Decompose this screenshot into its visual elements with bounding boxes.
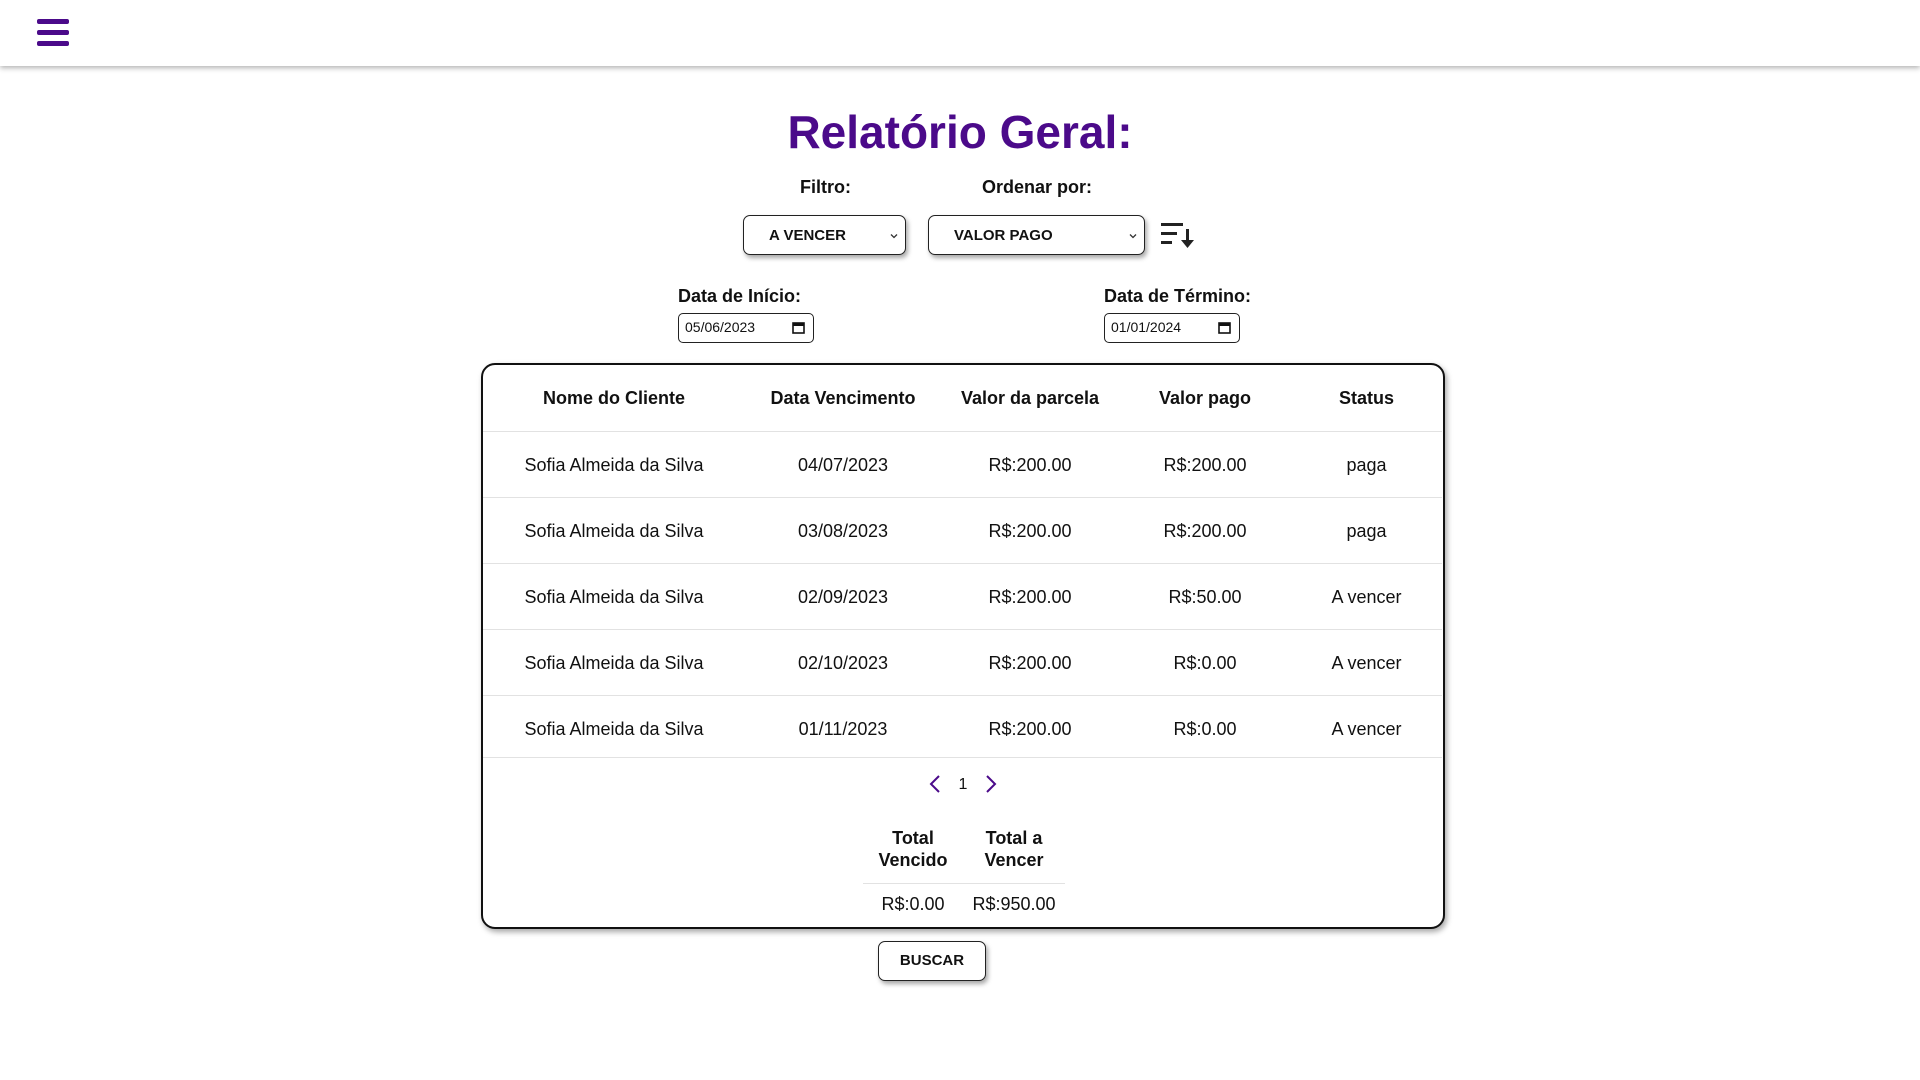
table-row: Sofia Almeida da Silva 02/09/2023 R$:200… (483, 563, 1442, 630)
filter-select[interactable]: A VENCER (743, 215, 906, 255)
paid-value-cell: R$:200.00 (1163, 455, 1247, 475)
page-number[interactable]: 1 (953, 776, 973, 794)
total-overdue-header-line2: Vencido (878, 850, 948, 870)
total-due-value: R$:950.00 (972, 894, 1056, 914)
chevron-right-icon[interactable] (983, 773, 999, 795)
status-cell: A vencer (1331, 719, 1402, 739)
due-date-cell: 02/09/2023 (797, 587, 889, 607)
end-date-value: 01/01/2024 (1111, 319, 1182, 335)
order-by-select[interactable]: VALOR PAGO (928, 215, 1145, 255)
client-name-cell: Sofia Almeida da Silva (524, 455, 704, 475)
due-date-cell: 03/08/2023 (797, 521, 889, 541)
total-overdue-header: Total Vencido (867, 827, 959, 871)
end-date-label: Data de Término: (1104, 286, 1252, 306)
installment-value-cell: R$:200.00 (988, 521, 1072, 541)
table-row: Sofia Almeida da Silva 01/11/2023 R$:200… (483, 695, 1442, 762)
page-title: Relatório Geral: (787, 106, 1133, 158)
totals-divider (863, 883, 1065, 884)
calendar-icon[interactable] (1218, 321, 1231, 334)
chevron-down-icon (890, 234, 898, 239)
client-name-cell: Sofia Almeida da Silva (524, 521, 704, 541)
status-cell: paga (1346, 455, 1387, 475)
table-divider (483, 757, 1442, 758)
hamburger-menu-icon[interactable] (37, 19, 69, 47)
start-date-input[interactable]: 05/06/2023 (678, 313, 814, 343)
chevron-down-icon (1129, 234, 1137, 239)
search-button[interactable]: BUSCAR (878, 941, 986, 981)
installment-value-cell: R$:200.00 (988, 653, 1072, 673)
total-due-header: Total a Vencer (968, 827, 1060, 871)
status-cell: A vencer (1331, 653, 1402, 673)
start-date-value: 05/06/2023 (685, 319, 756, 335)
due-date-cell: 01/11/2023 (798, 719, 888, 739)
filter-select-value: A VENCER (769, 227, 846, 244)
sort-descending-icon[interactable] (1160, 220, 1194, 250)
total-due-header-line1: Total a (985, 828, 1043, 848)
paid-value-cell: R$:200.00 (1163, 521, 1247, 541)
filter-label: Filtro: (800, 177, 851, 197)
calendar-icon[interactable] (792, 321, 805, 334)
status-cell: paga (1346, 521, 1387, 541)
order-by-label: Ordenar por: (982, 177, 1093, 197)
total-overdue-header-line1: Total (892, 828, 934, 848)
column-header-client-name: Nome do Cliente (542, 388, 685, 408)
client-name-cell: Sofia Almeida da Silva (524, 653, 704, 673)
paid-value-cell: R$:0.00 (1173, 653, 1237, 673)
table-row: Sofia Almeida da Silva 02/10/2023 R$:200… (483, 629, 1442, 696)
end-date-input[interactable]: 01/01/2024 (1104, 313, 1240, 343)
installment-value-cell: R$:200.00 (988, 455, 1072, 475)
installment-value-cell: R$:200.00 (988, 587, 1072, 607)
column-header-due-date: Data Vencimento (770, 388, 916, 408)
due-date-cell: 02/10/2023 (797, 653, 889, 673)
chevron-left-icon[interactable] (927, 773, 943, 795)
status-cell: A vencer (1331, 587, 1402, 607)
column-header-paid-value: Valor pago (1158, 388, 1252, 408)
start-date-label: Data de Início: (678, 286, 802, 306)
installment-value-cell: R$:200.00 (988, 719, 1072, 739)
column-header-status: Status (1338, 388, 1394, 408)
table-row: Sofia Almeida da Silva 03/08/2023 R$:200… (483, 497, 1442, 564)
report-table-card: Nome do Cliente Data Vencimento Valor da… (481, 363, 1445, 929)
top-bar (0, 0, 1920, 66)
paid-value-cell: R$:0.00 (1173, 719, 1237, 739)
total-overdue-value: R$:0.00 (881, 894, 945, 914)
total-due-header-line2: Vencer (984, 850, 1044, 870)
table-row: Sofia Almeida da Silva 04/07/2023 R$:200… (483, 431, 1442, 498)
client-name-cell: Sofia Almeida da Silva (524, 719, 704, 739)
client-name-cell: Sofia Almeida da Silva (524, 587, 704, 607)
order-by-select-value: VALOR PAGO (954, 227, 1053, 244)
due-date-cell: 04/07/2023 (797, 455, 889, 475)
table-header: Nome do Cliente Data Vencimento Valor da… (483, 365, 1442, 431)
column-header-installment-value: Valor da parcela (960, 388, 1100, 408)
pagination: 1 (483, 771, 1442, 801)
paid-value-cell: R$:50.00 (1168, 587, 1242, 607)
